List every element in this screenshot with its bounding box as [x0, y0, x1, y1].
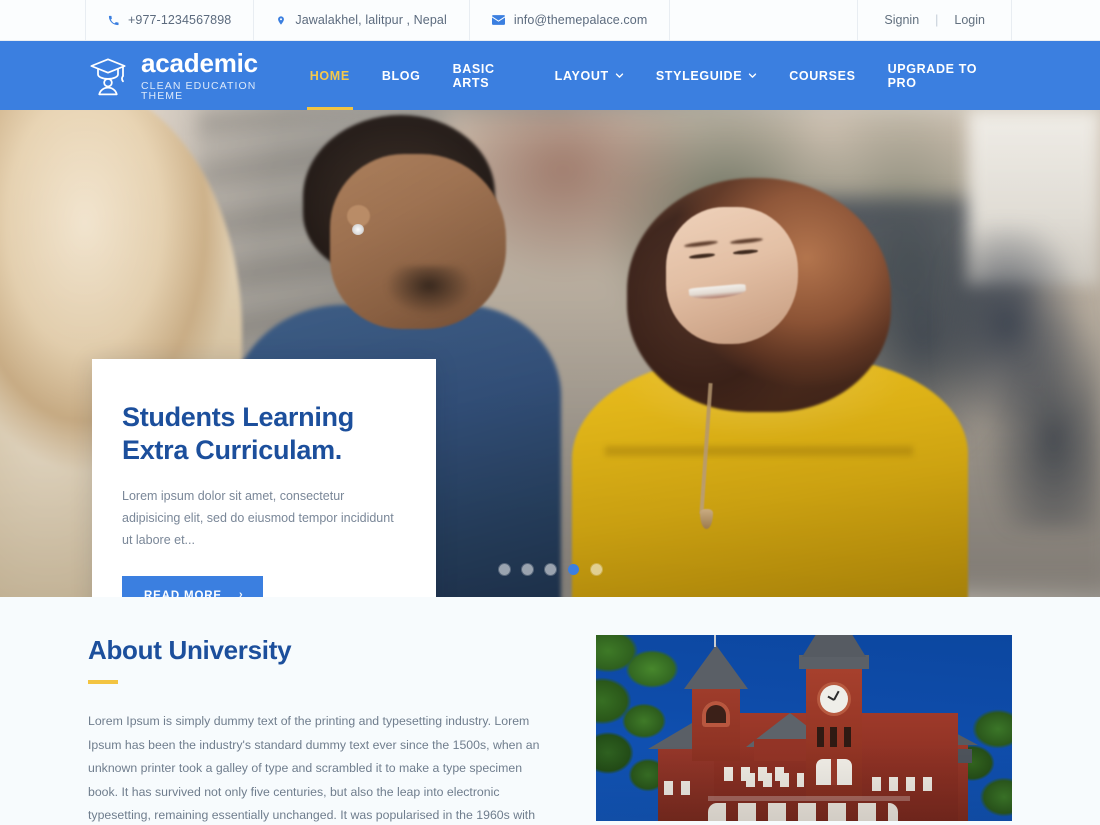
about-title-underline: [88, 680, 118, 684]
hero-dot-2[interactable]: [521, 564, 533, 575]
nav-item-home[interactable]: HOME: [294, 41, 366, 110]
about-title: About University: [88, 635, 292, 665]
site-header: academic CLEAN EDUCATION THEME HOME BLOG…: [0, 41, 1100, 110]
topbar-auth-group: Signin | Login: [857, 0, 1100, 40]
nav-label-basic-arts: BASIC ARTS: [452, 61, 495, 90]
hero-title-line-1: Students Learning: [122, 402, 354, 432]
hero-read-more-label: READ MORE: [144, 589, 222, 598]
top-info-bar: +977-1234567898 Jawalakhel, lalitpur , N…: [0, 0, 1100, 41]
nav-label-blog: BLOG: [381, 68, 421, 83]
signin-link[interactable]: Signin: [884, 13, 919, 27]
contact-phone-text: +977-1234567898: [128, 13, 232, 27]
about-inner: About University Lorem Ipsum is simply d…: [88, 635, 1012, 825]
about-section: About University Lorem Ipsum is simply d…: [0, 597, 1100, 825]
about-body-text: Lorem Ipsum is simply dummy text of the …: [88, 714, 540, 823]
contact-phone[interactable]: +977-1234567898: [85, 0, 255, 40]
nav-label-courses: COURSES: [789, 68, 856, 83]
nav-item-styleguide[interactable]: STYLEGUIDE: [640, 41, 773, 110]
contact-address[interactable]: Jawalakhel, lalitpur , Nepal: [254, 0, 470, 40]
brand-text-group: academic CLEAN EDUCATION THEME: [141, 50, 294, 102]
contact-email-text: info@themepalace.com: [513, 13, 648, 27]
primary-navigation: HOME BLOG BASIC ARTS LAYOUT STYLEGUIDE C…: [294, 41, 1008, 110]
contact-email[interactable]: info@themepalace.com: [470, 0, 671, 40]
about-text-column: About University Lorem Ipsum is simply d…: [88, 635, 540, 825]
login-link[interactable]: Login: [954, 13, 985, 27]
hero-read-more-button[interactable]: READ MORE ›: [122, 575, 264, 598]
auth-links: Signin | Login: [857, 0, 1012, 40]
about-image-column: [596, 635, 1012, 825]
nav-label-styleguide: STYLEGUIDE: [655, 68, 743, 83]
building-image-shading: [596, 635, 1012, 821]
hero-title-line-2: Extra Curriculam.: [122, 434, 342, 465]
nav-label-layout: LAYOUT: [554, 68, 609, 83]
topbar-contact-list: +977-1234567898 Jawalakhel, lalitpur , N…: [85, 0, 671, 40]
brand-tagline: CLEAN EDUCATION THEME: [141, 79, 257, 102]
hero-dot-5[interactable]: [590, 564, 602, 575]
nav-item-layout[interactable]: LAYOUT: [539, 41, 640, 110]
chevron-down-icon: [748, 71, 757, 80]
phone-icon: [108, 15, 119, 26]
nav-label-upgrade-to-pro: UPGRADE TO PRO: [887, 61, 978, 90]
hero-dot-1[interactable]: [498, 564, 510, 575]
nav-item-blog[interactable]: BLOG: [366, 41, 437, 110]
graduation-cap-icon: [88, 55, 128, 97]
nav-label-home: HOME: [309, 68, 350, 83]
location-icon: [276, 14, 286, 27]
auth-separator: |: [935, 13, 939, 27]
hero-dot-4[interactable]: [567, 564, 579, 575]
chevron-down-icon: [615, 71, 624, 80]
nav-item-courses[interactable]: COURSES: [773, 41, 871, 110]
hero-dot-3[interactable]: [544, 564, 556, 575]
contact-address-text: Jawalakhel, lalitpur , Nepal: [295, 13, 447, 27]
topbar-right-spacer: [1012, 0, 1100, 40]
hero-slider-dots: [0, 564, 1100, 575]
nav-item-upgrade-to-pro[interactable]: UPGRADE TO PRO: [872, 41, 1008, 110]
nav-item-basic-arts[interactable]: BASIC ARTS: [437, 41, 539, 110]
hero-slider: Students Learning Extra Curriculam. Lore…: [0, 110, 1100, 597]
hero-title: Students Learning Extra Curriculam.: [122, 401, 400, 467]
chevron-right-icon: ›: [238, 589, 244, 598]
hero-caption-card: Students Learning Extra Curriculam. Lore…: [92, 359, 436, 597]
brand-title: academic: [141, 47, 258, 78]
email-icon: [491, 15, 505, 25]
about-building-image: [596, 635, 1012, 821]
hero-description: Lorem ipsum dolor sit amet, consectetur …: [122, 488, 394, 547]
site-brand[interactable]: academic CLEAN EDUCATION THEME: [88, 50, 294, 102]
